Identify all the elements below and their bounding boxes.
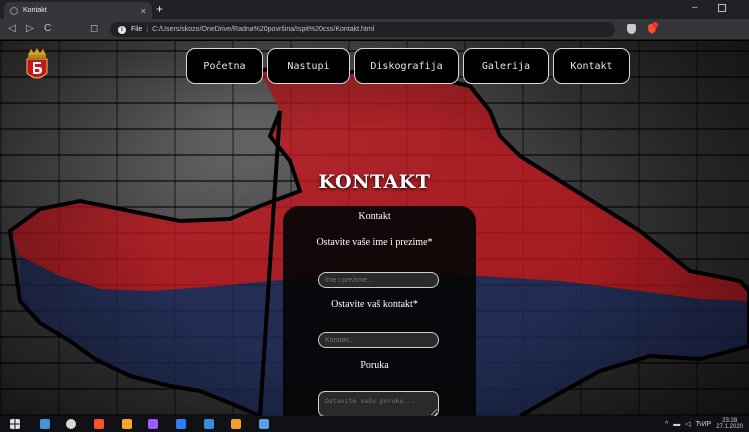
brave-browser-icon[interactable] [94, 419, 104, 429]
url-separator: | [146, 26, 149, 33]
sublime-icon[interactable] [231, 419, 241, 429]
globe-icon [10, 6, 18, 15]
url-scheme: File [131, 26, 143, 33]
nav-item-kontakt[interactable]: Kontakt [553, 48, 630, 84]
app-icon[interactable] [122, 419, 132, 429]
file-explorer-icon[interactable] [40, 419, 50, 429]
maximize-button[interactable] [718, 4, 726, 12]
clock[interactable]: 23:28 27.1.2020 [716, 418, 743, 430]
new-tab-button[interactable]: + [156, 2, 163, 16]
info-icon[interactable]: i [118, 25, 126, 34]
photos-icon[interactable] [259, 419, 269, 429]
volume-icon[interactable]: ◁ [685, 420, 690, 428]
nav-item-galerija[interactable]: Galerija [463, 48, 549, 84]
nav-item-diskografija[interactable]: Diskografija [354, 48, 459, 84]
contact-input[interactable] [318, 332, 439, 348]
nav-item-pocetna[interactable]: Početna [186, 48, 263, 84]
nav-item-nastupi[interactable]: Nastupi [267, 48, 350, 84]
name-input[interactable] [318, 272, 439, 288]
forward-button[interactable]: ▷ [26, 22, 34, 36]
form-title: Kontakt [358, 211, 391, 222]
store-icon[interactable] [66, 419, 76, 429]
bookmark-button[interactable]: ◻ [90, 22, 98, 36]
browser-tab[interactable]: Kontakt × [4, 2, 152, 19]
vscode-icon[interactable] [176, 419, 186, 429]
os-taskbar: ^ ▬ ◁ ЋИР 23:28 27.1.2020 [0, 416, 749, 432]
crown-crest-logo[interactable] [24, 47, 50, 83]
page-viewport: Početna Nastupi Diskografija Galerija Ko… [0, 41, 749, 416]
close-tab-icon[interactable]: × [141, 6, 146, 16]
network-icon[interactable]: ▬ [673, 421, 680, 428]
windows-start-icon[interactable] [10, 419, 20, 429]
page-title: KONTAKT [318, 171, 431, 193]
url-text[interactable]: C:/Users/skozo/OneDrive/Radna%20površina… [152, 26, 374, 33]
visual-studio-icon[interactable] [148, 419, 158, 429]
notification-badge [652, 22, 658, 28]
tray-chevron-icon[interactable]: ^ [665, 421, 668, 428]
contact-label: Ostavite vaš kontakt* [331, 299, 418, 310]
input-language[interactable]: ЋИР [696, 421, 712, 428]
back-button[interactable]: ◁ [8, 22, 16, 36]
address-bar[interactable]: i File | C:/Users/skozo/OneDrive/Radna%2… [110, 22, 615, 37]
shield-icon[interactable] [627, 24, 636, 34]
clock-date: 27.1.2020 [716, 424, 743, 430]
name-label: Ostavite vaše ime i prezime* [316, 237, 433, 248]
system-tray: ^ ▬ ◁ ЋИР 23:28 27.1.2020 [665, 418, 743, 430]
minimize-button[interactable]: – [692, 2, 698, 13]
network-app-icon[interactable] [204, 419, 214, 429]
browser-toolbar: ◁ ▷ C ◻ i File | C:/Users/skozo/OneDrive… [0, 19, 749, 40]
browser-tab-strip: Kontakt × + – [0, 0, 749, 19]
tab-title: Kontakt [23, 7, 47, 14]
reload-button[interactable]: C [44, 22, 51, 36]
main-nav: Početna Nastupi Diskografija Galerija Ko… [186, 48, 630, 84]
message-label: Poruka [360, 360, 389, 371]
message-textarea[interactable] [318, 391, 439, 416]
